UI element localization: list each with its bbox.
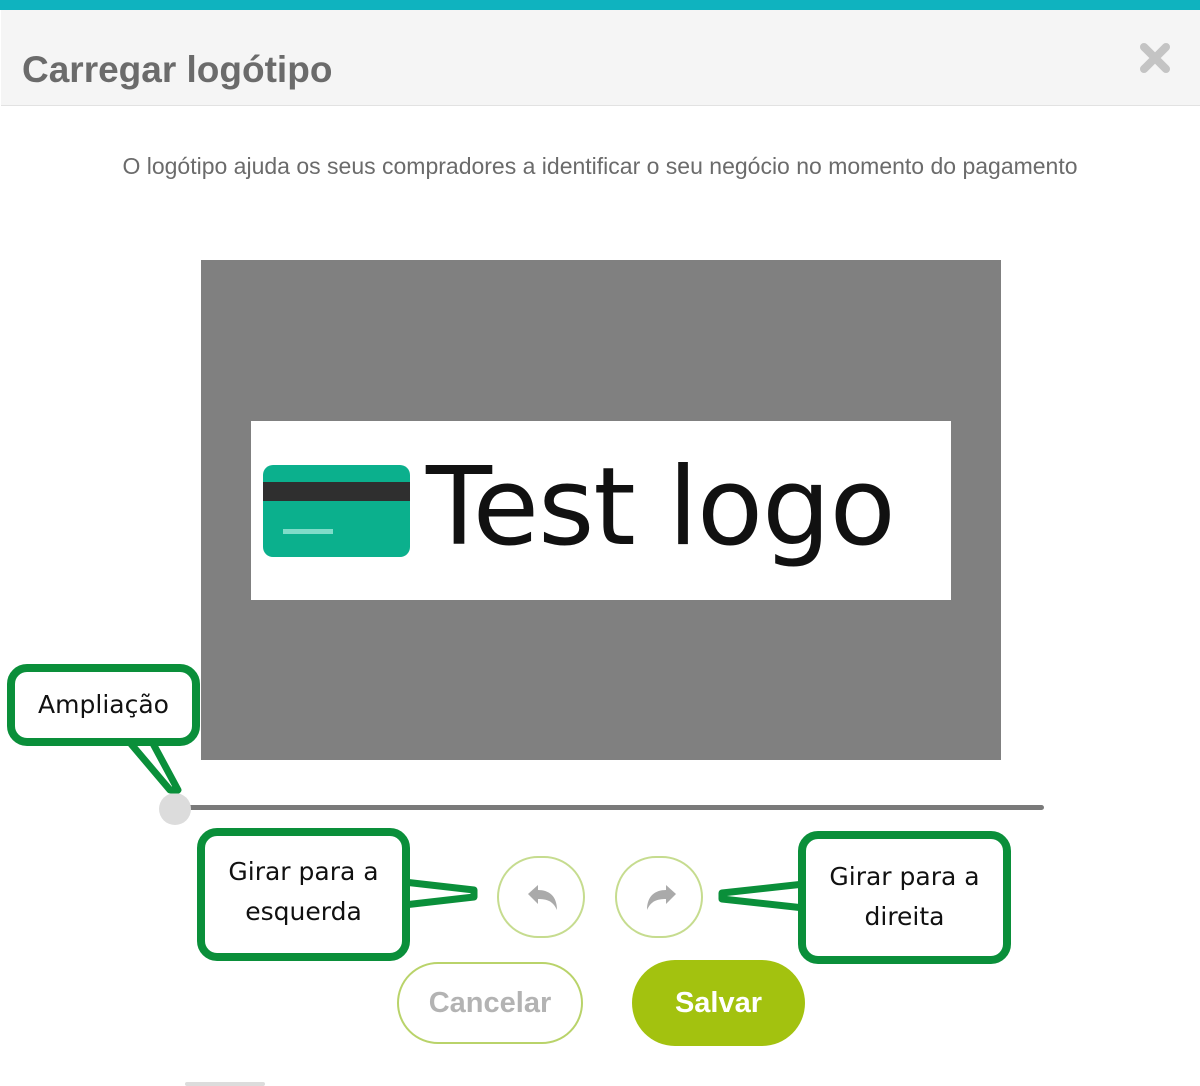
rotate-left-callout-line2: esquerda xyxy=(245,897,362,926)
rotate-left-callout-line1: Girar para a xyxy=(228,857,379,886)
dialog-title: Carregar logótipo xyxy=(22,49,333,90)
dialog-header: Carregar logótipo xyxy=(1,10,1200,106)
save-button[interactable]: Salvar xyxy=(632,960,805,1046)
zoom-callout-text: Ampliação xyxy=(38,690,169,719)
zoom-callout: Ampliação xyxy=(7,664,200,746)
dialog-top-accent-bar xyxy=(0,0,1200,10)
rotate-right-icon xyxy=(647,885,676,910)
rotate-right-button[interactable] xyxy=(615,856,703,938)
cancel-button[interactable]: Cancelar xyxy=(397,962,583,1044)
credit-card-icon xyxy=(263,465,410,557)
dialog-description: O logótipo ajuda os seus compradores a i… xyxy=(122,153,1078,179)
logo-preview-text: Test logo xyxy=(426,445,896,570)
zoom-slider-thumb[interactable] xyxy=(159,793,191,825)
rotate-left-callout: Girar para a esquerda xyxy=(197,828,410,961)
rotate-left-icon xyxy=(528,885,557,910)
rotate-left-button[interactable] xyxy=(497,856,585,938)
rotate-right-callout: Girar para a direita xyxy=(798,831,1011,964)
logo-preview-image[interactable]: Test logo xyxy=(251,421,951,600)
close-icon[interactable] xyxy=(1137,40,1173,76)
rotate-right-callout-line1: Girar para a xyxy=(829,862,980,891)
zoom-slider-track[interactable] xyxy=(175,805,1044,810)
scroll-indicator xyxy=(185,1082,265,1086)
rotate-right-callout-line2: direita xyxy=(864,902,945,931)
